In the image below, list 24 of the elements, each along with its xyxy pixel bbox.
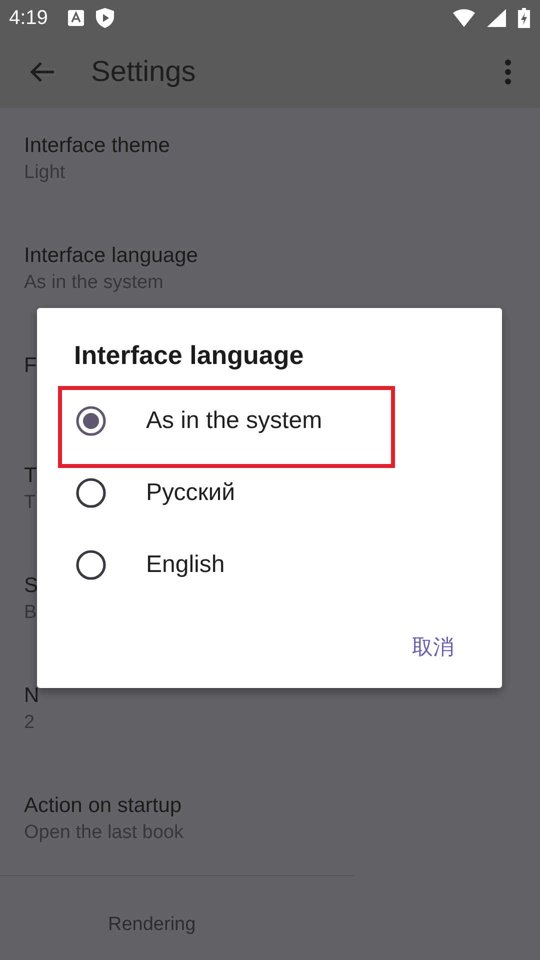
screen-title: Settings — [91, 56, 197, 88]
keyboard-a-icon — [68, 10, 84, 26]
cancel-button[interactable]: 取消 — [408, 629, 458, 665]
radio-button[interactable] — [75, 549, 107, 581]
option-label: Русский — [146, 479, 236, 507]
option-label: English — [146, 551, 225, 579]
option-label: As in the system — [146, 407, 322, 435]
battery-charging-icon — [518, 8, 530, 28]
shield-play-icon — [96, 8, 114, 28]
status-time: 4:19 — [9, 6, 48, 30]
setting-title[interactable]: F — [24, 354, 37, 378]
dialog-title: Interface language — [74, 340, 305, 371]
setting-title[interactable]: N — [24, 684, 40, 708]
radio-button[interactable] — [75, 477, 107, 509]
setting-title[interactable]: T — [24, 464, 37, 488]
back-arrow-icon[interactable] — [29, 61, 55, 83]
setting-title[interactable]: S — [24, 574, 38, 598]
more-options-icon[interactable] — [504, 59, 512, 85]
wifi-icon — [453, 9, 475, 27]
signal-icon — [487, 9, 506, 27]
radio-button[interactable] — [75, 405, 107, 437]
setting-title[interactable]: Interface theme — [24, 134, 170, 158]
setting-title[interactable]: Action on startup — [24, 794, 182, 818]
setting-title[interactable]: Interface language — [24, 244, 198, 268]
